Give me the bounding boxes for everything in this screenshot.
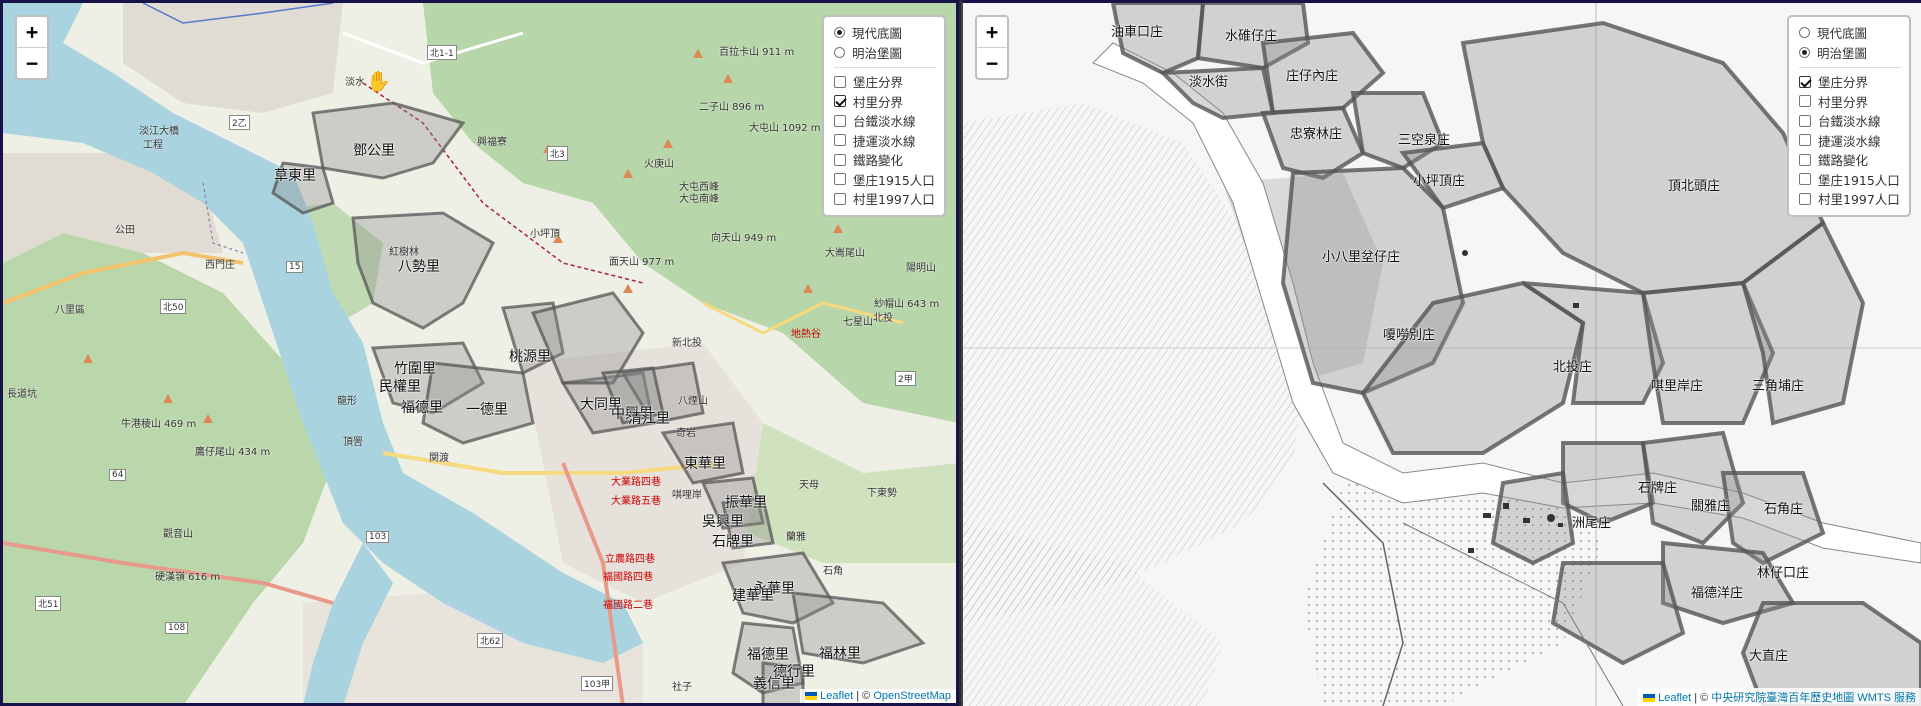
overlay-option[interactable]: 堡庄分界: [1799, 72, 1901, 92]
overlay-label: 鐵路變化: [1818, 153, 1869, 169]
overlay-label: 堡庄1915人口: [853, 172, 935, 188]
checkbox[interactable]: [1799, 75, 1811, 88]
right-map-canvas[interactable]: [963, 3, 1921, 706]
checkbox[interactable]: [834, 192, 846, 205]
checkbox[interactable]: [1799, 95, 1811, 108]
checkbox[interactable]: [1799, 192, 1811, 205]
overlay-label: 村里1997人口: [853, 192, 935, 208]
left-map-pane[interactable]: 鄧公里 草東里 八勢里 竹圍里 民權里 福德里 一德里 桃源里 大同里 中興里 …: [0, 0, 959, 706]
hand-cursor-icon: ✋: [366, 69, 391, 93]
layer-separator: [1799, 67, 1901, 68]
base-layer-label: 現代底圖: [852, 26, 903, 42]
layer-separator: [834, 67, 936, 68]
overlay-option[interactable]: 鐵路變化: [834, 150, 936, 170]
overlay-option[interactable]: 村里分界: [834, 92, 936, 112]
layer-control: 現代底圖 明治堡圖 堡庄分界 村里分界 台鐵淡水線 捷運淡水線 鐵路變化 堡庄1…: [822, 15, 946, 217]
base-layer-option[interactable]: 明治堡圖: [834, 43, 936, 63]
overlay-option[interactable]: 村里1997人口: [1799, 189, 1901, 209]
overlay-option[interactable]: 捷運淡水線: [1799, 131, 1901, 151]
overlay-option[interactable]: 台鐵淡水線: [1799, 111, 1901, 131]
base-layer-option[interactable]: 現代底圖: [834, 23, 936, 43]
road-shield: 北3: [547, 146, 568, 161]
checkbox[interactable]: [1799, 134, 1811, 147]
overlay-label: 村里1997人口: [1818, 192, 1900, 208]
checkbox[interactable]: [834, 153, 846, 166]
checkbox[interactable]: [834, 95, 846, 108]
overlay-option[interactable]: 台鐵淡水線: [834, 111, 936, 131]
road-shield: 北50: [160, 299, 187, 314]
checkbox[interactable]: [834, 173, 846, 186]
zoom-in-button[interactable]: +: [17, 17, 47, 48]
overlay-option[interactable]: 堡庄1915人口: [1799, 170, 1901, 190]
leaflet-link[interactable]: Leaflet: [820, 690, 853, 702]
overlay-option[interactable]: 村里1997人口: [834, 189, 936, 209]
layer-control: 現代底圖 明治堡圖 堡庄分界 村里分界 台鐵淡水線 捷運淡水線 鐵路變化 堡庄1…: [1787, 15, 1911, 217]
overlay-label: 捷運淡水線: [853, 133, 916, 149]
zoom-out-button[interactable]: −: [977, 48, 1007, 78]
base-layer-label: 明治堡圖: [852, 45, 903, 61]
checkbox[interactable]: [1799, 114, 1811, 127]
road-shield: 103甲: [581, 676, 614, 691]
overlay-label: 台鐵淡水線: [1818, 114, 1881, 130]
checkbox[interactable]: [834, 134, 846, 147]
overlay-label: 鐵路變化: [853, 153, 904, 169]
overlay-label: 村里分界: [1818, 94, 1869, 110]
overlay-label: 堡庄分界: [853, 75, 904, 91]
left-map-canvas[interactable]: [3, 3, 959, 706]
road-shield: 2乙: [229, 115, 250, 130]
road-shield: 103: [366, 531, 390, 543]
checkbox[interactable]: [1799, 173, 1811, 186]
zoom-control: + −: [975, 15, 1009, 80]
base-layer-option[interactable]: 明治堡圖: [1799, 43, 1901, 63]
overlay-option[interactable]: 堡庄分界: [834, 72, 936, 92]
zoom-out-button[interactable]: −: [17, 48, 47, 78]
overlay-option[interactable]: 村里分界: [1799, 92, 1901, 112]
zoom-control: + −: [15, 15, 49, 80]
radio-button[interactable]: [1799, 27, 1810, 39]
leaflet-link[interactable]: Leaflet: [1658, 692, 1691, 704]
overlay-label: 堡庄1915人口: [1818, 172, 1900, 188]
source-link[interactable]: 中央研究院臺灣百年歷史地圖 WMTS 服務: [1711, 692, 1916, 704]
attribution-separator: | ©: [1691, 692, 1712, 704]
overlay-label: 村里分界: [853, 94, 904, 110]
road-shield: 108: [165, 622, 189, 634]
overlay-option[interactable]: 堡庄1915人口: [834, 170, 936, 190]
attribution: Leaflet | © 中央研究院臺灣百年歷史地圖 WMTS 服務: [1638, 688, 1921, 706]
overlay-label: 堡庄分界: [1818, 75, 1869, 91]
overlay-label: 捷運淡水線: [1818, 133, 1881, 149]
osm-link[interactable]: OpenStreetMap: [873, 690, 951, 702]
road-shield: 15: [286, 261, 304, 273]
overlay-option[interactable]: 鐵路變化: [1799, 150, 1901, 170]
checkbox[interactable]: [1799, 153, 1811, 166]
checkbox[interactable]: [834, 114, 846, 127]
road-shield: 北51: [35, 596, 62, 611]
ukraine-flag-icon: [805, 692, 818, 700]
base-layer-option[interactable]: 現代底圖: [1799, 23, 1901, 43]
overlay-label: 台鐵淡水線: [853, 114, 916, 130]
base-layer-label: 明治堡圖: [1817, 45, 1868, 61]
road-shield: 北62: [477, 633, 504, 648]
radio-button[interactable]: [1799, 46, 1810, 58]
base-layer-label: 現代底圖: [1817, 26, 1868, 42]
radio-button[interactable]: [834, 46, 845, 58]
attribution-separator: | ©: [853, 690, 874, 702]
road-shield: 2甲: [895, 371, 916, 386]
attribution: Leaflet | © OpenStreetMap: [800, 689, 956, 703]
radio-button[interactable]: [834, 27, 845, 39]
right-map-pane[interactable]: 油車口庄 水碓仔庄 淡水街 庄仔內庄 忠寮林庄 三空泉庄 小坪頂庄 頂北頭庄 小…: [961, 0, 1921, 706]
ukraine-flag-icon: [1643, 694, 1656, 702]
zoom-in-button[interactable]: +: [977, 17, 1007, 48]
road-shield: 64: [109, 469, 127, 481]
checkbox[interactable]: [834, 75, 846, 88]
overlay-option[interactable]: 捷運淡水線: [834, 131, 936, 151]
road-shield: 北1-1: [427, 45, 457, 60]
